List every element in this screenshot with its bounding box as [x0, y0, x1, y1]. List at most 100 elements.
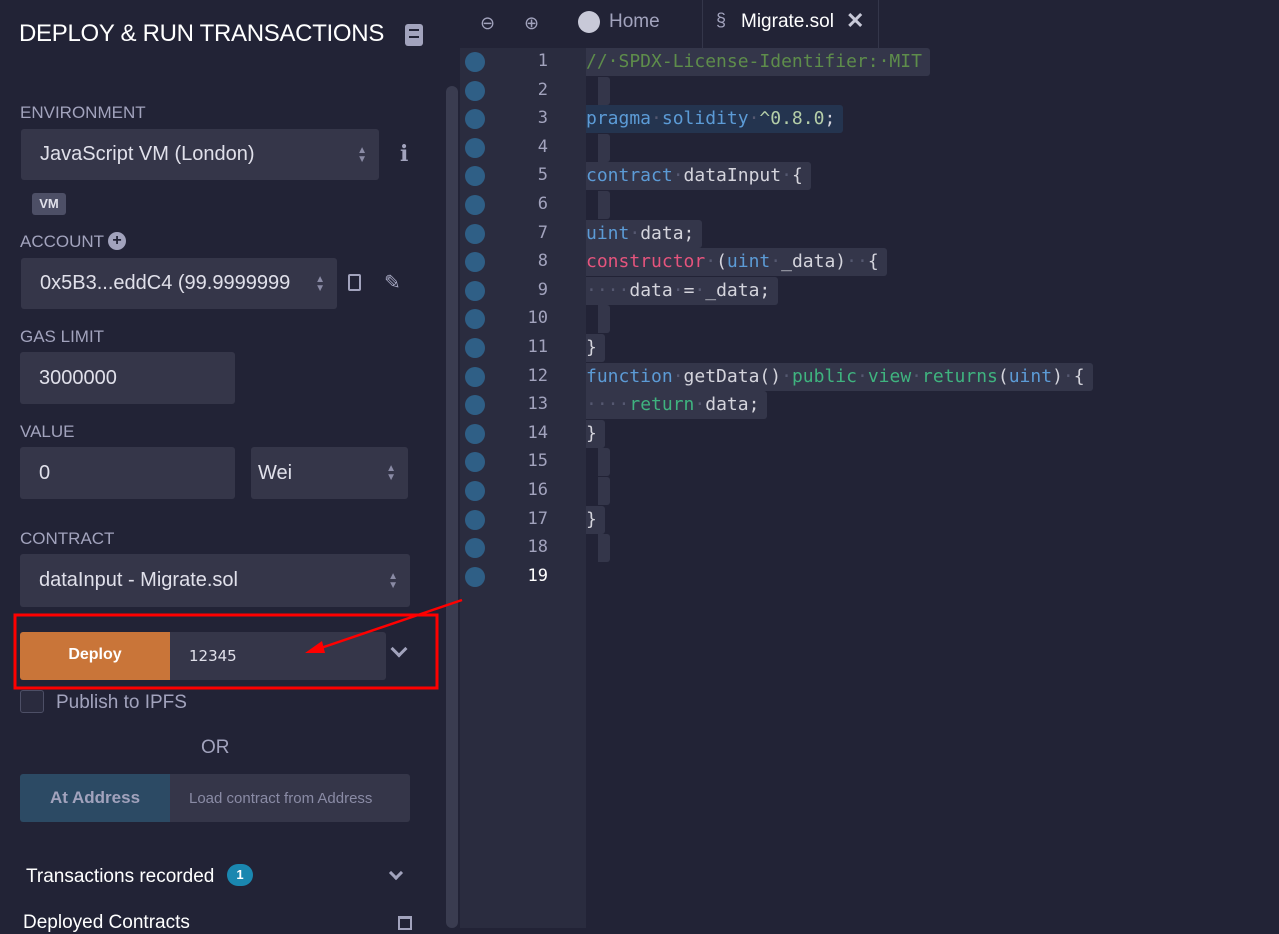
code-line[interactable]: contract·dataInput·{	[586, 162, 811, 191]
breakpoint-marker[interactable]	[465, 338, 485, 358]
line-number: 7	[537, 222, 548, 243]
breakpoint-marker[interactable]	[465, 566, 485, 587]
line-gutter: 7	[460, 220, 586, 248]
breakpoint-marker[interactable]	[465, 395, 485, 416]
code-line-content: }	[586, 505, 605, 534]
remix-logo-icon	[578, 11, 600, 33]
sidebar-scrollbar[interactable]	[446, 86, 458, 928]
code-line[interactable]	[586, 448, 610, 477]
edit-icon[interactable]: ✎	[384, 270, 401, 295]
gas-limit-input[interactable]: 3000000	[20, 352, 235, 404]
tab-home[interactable]: Home	[560, 0, 703, 48]
code-line[interactable]	[586, 477, 610, 505]
code-token: ·	[781, 365, 792, 387]
breakpoint-marker[interactable]	[465, 280, 485, 301]
select-arrows-icon: ▲ ▼	[386, 463, 396, 483]
publish-ipfs-checkbox[interactable]	[20, 690, 44, 713]
code-token: ;	[824, 108, 836, 130]
tab-migrate-sol[interactable]: § Migrate.sol ✕	[703, 0, 879, 48]
breakpoint-marker[interactable]	[465, 52, 485, 72]
code-token: _data)	[781, 251, 847, 273]
line-number: 18	[527, 537, 548, 558]
line-number: 6	[537, 194, 548, 214]
line-gutter: 2	[460, 77, 586, 105]
code-line[interactable]: }	[586, 334, 605, 362]
chevron-down-icon[interactable]	[390, 640, 408, 658]
breakpoint-marker[interactable]	[465, 195, 485, 215]
transactions-count-badge: 1	[227, 864, 253, 886]
breakpoint-marker[interactable]	[465, 252, 485, 273]
contract-select[interactable]: dataInput - Migrate.sol ▲ ▼	[20, 554, 410, 607]
code-line[interactable]	[586, 191, 610, 219]
code-line-content: }	[586, 419, 605, 448]
line-number: 14	[527, 422, 548, 443]
code-line[interactable]: }	[586, 419, 605, 448]
code-token: view	[867, 365, 912, 387]
line-number: 11	[527, 337, 548, 357]
code-token: public	[791, 365, 857, 387]
breakpoint-marker[interactable]	[465, 137, 485, 158]
breakpoint-marker[interactable]	[465, 423, 485, 444]
code-token: (	[716, 251, 727, 273]
select-arrows-icon: ▲ ▼	[357, 144, 367, 165]
editor-tabs: ⊖ ⊕ Home § Migrate.sol ✕	[460, 0, 1279, 48]
breakpoint-marker[interactable]	[465, 538, 485, 559]
code-line-content	[598, 76, 610, 105]
code-token: ····	[586, 279, 630, 301]
at-address-button[interactable]: At Address	[20, 774, 170, 822]
code-line-content: contract·dataInput·{	[586, 162, 811, 191]
code-token: data;	[640, 222, 695, 244]
code-token: ^0.8.0	[759, 108, 825, 130]
code-line-content	[598, 448, 610, 477]
code-line[interactable]: pragma·solidity·^0.8.0;	[586, 105, 844, 134]
constructor-args-input[interactable]: 12345	[170, 632, 386, 680]
line-gutter: 6	[460, 191, 586, 219]
code-token: uint	[726, 251, 771, 273]
chevron-down-icon[interactable]	[388, 865, 404, 881]
breakpoint-marker[interactable]	[465, 109, 485, 130]
code-line[interactable]: uint·data;	[586, 219, 703, 248]
breakpoint-marker[interactable]	[465, 166, 485, 187]
deploy-button[interactable]: Deploy	[20, 632, 170, 680]
code-line[interactable]: //·SPDX-License-Identifier:·MIT	[586, 48, 930, 76]
documentation-book-icon[interactable]	[405, 24, 423, 46]
zoom-in-icon[interactable]: ⊕	[524, 13, 539, 34]
breakpoint-marker[interactable]	[465, 509, 485, 530]
zoom-out-icon[interactable]: ⊖	[480, 13, 495, 34]
code-line-content: ····data·=·_data;	[586, 276, 779, 305]
code-line[interactable]	[586, 133, 610, 162]
code-token: )	[1052, 365, 1063, 387]
environment-select[interactable]: JavaScript VM (London) ▲ ▼	[21, 129, 379, 180]
code-line[interactable]: function·getData()·public·view·returns(u…	[586, 362, 1093, 391]
breakpoint-marker[interactable]	[465, 452, 485, 473]
breakpoint-marker[interactable]	[465, 309, 485, 330]
breakpoint-marker[interactable]	[465, 223, 485, 244]
line-gutter: 11	[460, 334, 586, 362]
breakpoint-marker[interactable]	[465, 366, 485, 387]
copy-icon[interactable]	[348, 274, 361, 291]
value-input[interactable]: 0	[20, 447, 235, 499]
code-line[interactable]	[586, 76, 610, 105]
breakpoint-marker[interactable]	[465, 481, 485, 501]
code-line[interactable]	[586, 305, 610, 334]
line-gutter: 10	[460, 305, 586, 333]
code-line[interactable]: }	[586, 505, 605, 534]
code-line-content: pragma·solidity·^0.8.0;	[586, 105, 844, 134]
value-unit-select[interactable]: Wei ▲ ▼	[251, 447, 408, 499]
line-number: 10	[527, 308, 548, 329]
code-line[interactable]	[586, 534, 610, 563]
code-line[interactable]: constructor·(uint·_data)··{	[586, 248, 887, 277]
close-tab-icon[interactable]: ✕	[846, 8, 864, 34]
code-line[interactable]: ····return·data;	[586, 391, 768, 420]
publish-ipfs-label: Publish to IPFS	[56, 692, 187, 713]
transactions-recorded-label[interactable]: Transactions recorded	[26, 866, 214, 888]
add-account-icon[interactable]: +	[108, 232, 126, 250]
code-token: ·	[1062, 365, 1074, 387]
contract-value: dataInput - Migrate.sol	[39, 569, 238, 591]
environment-label: ENVIRONMENT	[20, 103, 146, 122]
code-line[interactable]: ····data·=·_data;	[586, 276, 779, 305]
breakpoint-marker[interactable]	[465, 80, 485, 101]
at-address-input[interactable]: Load contract from Address	[170, 774, 410, 822]
info-icon[interactable]: i	[400, 141, 408, 167]
account-select[interactable]: 0x5B3...eddC4 (99.9999999 ▲ ▼	[21, 258, 337, 309]
